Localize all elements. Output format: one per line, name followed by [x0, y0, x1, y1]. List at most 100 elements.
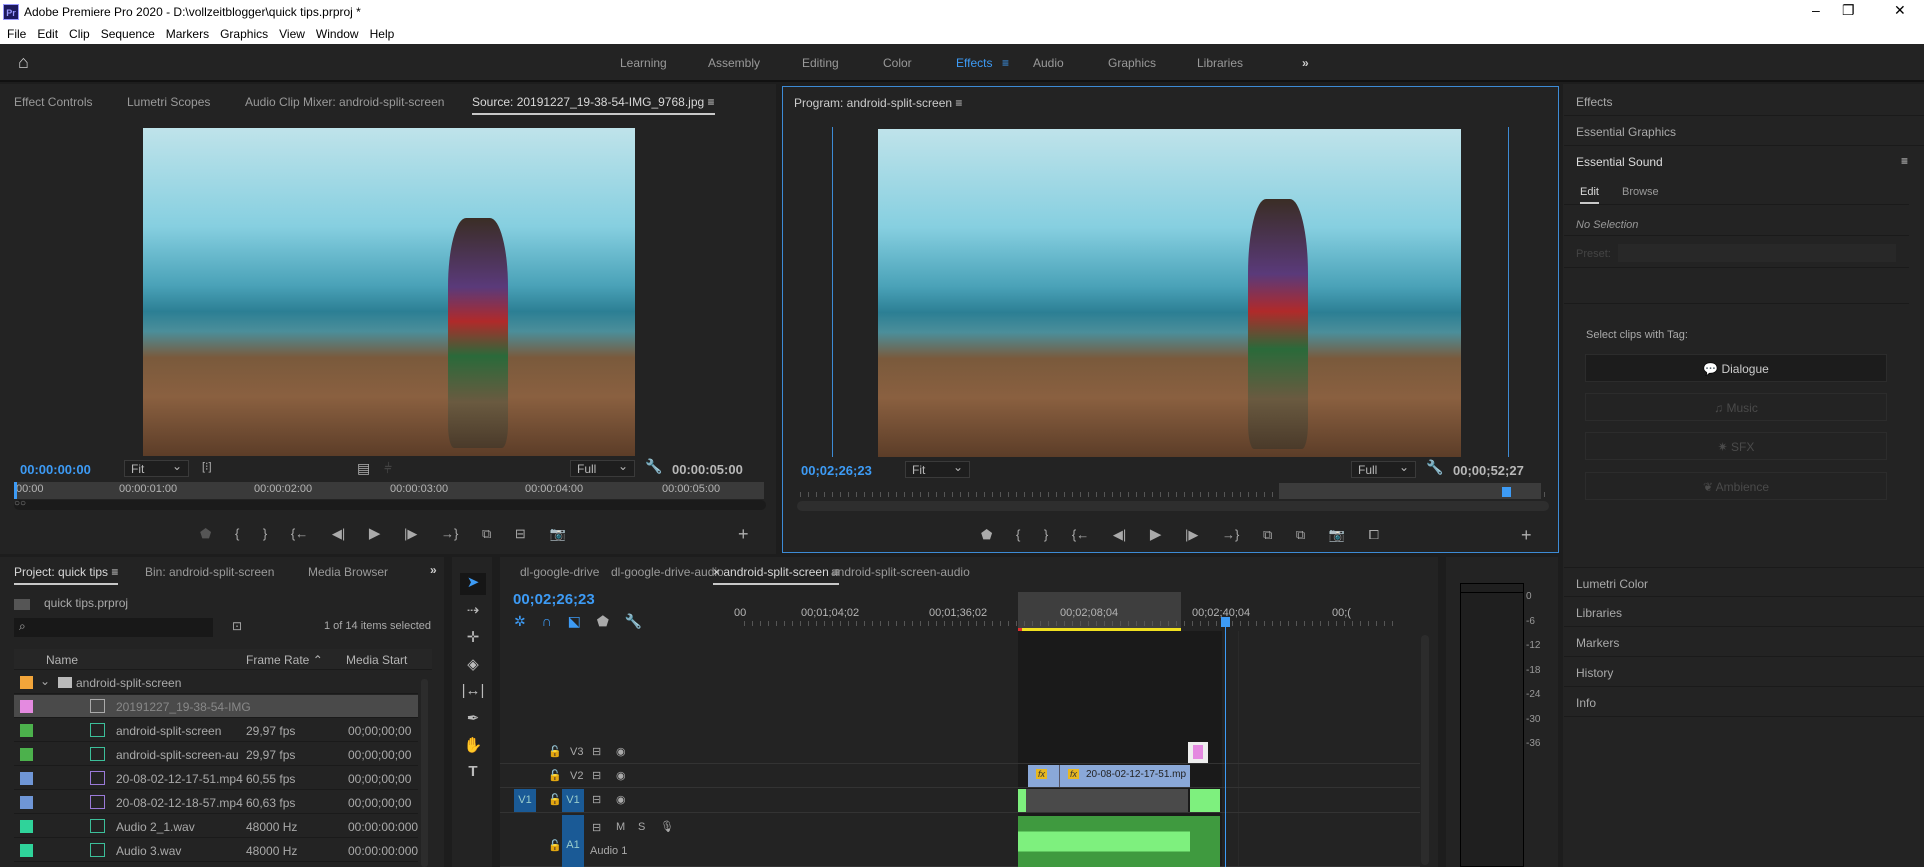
go-to-out-icon[interactable]: →}	[1222, 527, 1239, 542]
tab-android-split-screen[interactable]: × android-split-screen ≡	[713, 565, 840, 585]
menu-clip[interactable]: Clip	[69, 27, 90, 41]
tab-android-split-screen-audio[interactable]: android-split-screen-audio	[831, 565, 970, 579]
project-item[interactable]: ⌄ android-split-screen	[14, 671, 418, 694]
panel-history[interactable]: History	[1564, 657, 1924, 687]
program-zoom-scrollbar[interactable]	[797, 501, 1549, 511]
mute-button[interactable]: M	[616, 821, 625, 833]
scroll-handle[interactable]: ○○	[14, 498, 26, 509]
new-search-bin-icon[interactable]: ⊡	[232, 619, 242, 633]
program-playhead[interactable]	[1502, 487, 1511, 497]
workspace-learning[interactable]: Learning	[620, 56, 667, 70]
source-zoom-scrollbar[interactable]: ○○	[14, 498, 766, 510]
compare-icon[interactable]: ⧠	[1369, 527, 1379, 542]
tab-effect-controls[interactable]: Effect Controls	[14, 95, 92, 109]
column-name[interactable]: Name	[46, 653, 78, 667]
sync-lock-icon[interactable]: ⊟	[592, 821, 601, 834]
program-fit-select[interactable]: Fit	[905, 460, 970, 478]
image-clip[interactable]	[1188, 742, 1208, 763]
slip-tool-icon[interactable]: |↔|	[460, 682, 486, 704]
project-item[interactable]: Audio 3.wav 48000 Hz 00:00:00:0000	[14, 839, 418, 862]
linked-selection-icon[interactable]: ⬕	[568, 613, 581, 629]
dialogue-button[interactable]: 💬 Dialogue	[1585, 354, 1887, 382]
lift-icon[interactable]: ⧉	[1263, 527, 1272, 542]
pen-tool-icon[interactable]: ✒	[460, 709, 486, 731]
panel-markers[interactable]: Markers	[1564, 627, 1924, 657]
tab-source[interactable]: Source: 20191227_19-38-54-IMG_9768.jpg ≡	[472, 95, 715, 115]
ambience-button[interactable]: ❦ Ambience	[1585, 472, 1887, 500]
workspace-effects[interactable]: Effects	[956, 56, 992, 70]
add-marker-icon[interactable]: ⬟	[597, 613, 609, 629]
project-item[interactable]: 20-08-02-12-18-57.mp4 60,63 fps 00;00;00;0…	[14, 791, 418, 814]
project-scrollbar[interactable]	[421, 679, 428, 867]
select-zoom-icon[interactable]: [⁝]	[202, 460, 212, 473]
column-media-start[interactable]: Media Start	[346, 653, 407, 667]
label-color-swatch[interactable]	[20, 700, 33, 713]
restore-icon[interactable]: ❐	[1842, 2, 1855, 19]
workspace-graphics[interactable]: Graphics	[1108, 56, 1156, 70]
step-forward-icon[interactable]: |▶	[1185, 527, 1198, 542]
lock-icon[interactable]: 🔓	[548, 839, 562, 852]
panel-essential-sound[interactable]: Essential Sound ≡	[1564, 146, 1924, 176]
label-color-swatch[interactable]	[20, 796, 33, 809]
audio-clip[interactable]	[1018, 816, 1200, 867]
mark-out-icon[interactable]: }	[1044, 527, 1048, 542]
program-timecode[interactable]: 00;02;26;23	[801, 463, 872, 478]
timeline-timecode[interactable]: 00;02;26;23	[513, 591, 595, 608]
sync-lock-icon[interactable]: ⊟	[592, 793, 601, 806]
tab-media-browser[interactable]: Media Browser	[308, 565, 388, 579]
playhead-line[interactable]	[1225, 619, 1226, 867]
lock-icon[interactable]: 🔓	[548, 793, 562, 806]
label-color-swatch[interactable]	[20, 772, 33, 785]
go-to-in-icon[interactable]: {←	[291, 526, 308, 541]
mark-out-icon[interactable]: }	[263, 526, 267, 541]
minimize-icon[interactable]: –	[1812, 2, 1820, 18]
solo-button[interactable]: S	[638, 821, 645, 833]
close-icon[interactable]: ✕	[1894, 2, 1906, 19]
expand-chevron-icon[interactable]: ⌄	[40, 674, 50, 688]
source-playhead[interactable]	[14, 482, 17, 499]
panel-menu-icon[interactable]: ≡	[955, 96, 962, 110]
project-item[interactable]: android-split-screen-au 29,97 fps 00;00;00…	[14, 743, 418, 766]
workspace-audio[interactable]: Audio	[1033, 56, 1064, 70]
razor-tool-icon[interactable]: ◈	[460, 655, 486, 677]
track-select-tool-icon[interactable]: ⇢	[460, 601, 486, 623]
play-icon[interactable]: ▶	[1150, 526, 1162, 543]
panel-menu-icon[interactable]: ≡	[708, 95, 715, 109]
play-icon[interactable]: ▶	[369, 525, 381, 542]
ripple-edit-tool-icon[interactable]: ✛	[460, 628, 486, 650]
tab-audio-clip-mixer[interactable]: Audio Clip Mixer: android-split-screen	[245, 95, 444, 109]
selection-tool-icon[interactable]: ➤	[460, 573, 486, 595]
source-quality-select[interactable]: Full	[570, 459, 635, 477]
eye-icon[interactable]: ◉	[616, 769, 626, 782]
project-item[interactable]: 20191227_19-38-54-IMG	[14, 695, 418, 718]
workspace-assembly[interactable]: Assembly	[708, 56, 760, 70]
playhead-handle[interactable]	[1221, 617, 1230, 627]
mark-in-icon[interactable]: {	[1016, 527, 1020, 542]
panel-effects[interactable]: Effects	[1564, 86, 1924, 116]
panel-libraries[interactable]: Libraries	[1564, 597, 1924, 627]
tab-project[interactable]: Project: quick tips ≡	[14, 565, 119, 585]
menu-file[interactable]: File	[7, 27, 26, 41]
add-button-icon[interactable]: +	[738, 524, 749, 545]
wrench-icon[interactable]: 🔧	[1426, 459, 1443, 476]
music-button[interactable]: ♫ Music	[1585, 393, 1887, 421]
timeline-settings-icon[interactable]: 🔧	[625, 613, 642, 629]
tab-dl-google-drive-audio[interactable]: dl-google-drive-audio	[611, 565, 724, 579]
menu-edit[interactable]: Edit	[37, 27, 58, 41]
home-icon[interactable]: ⌂	[18, 52, 29, 73]
snap-magnet-icon[interactable]: ∩	[542, 613, 552, 629]
drag-video-icon[interactable]: ▤	[357, 460, 370, 477]
track-target-v1[interactable]: V1	[562, 789, 584, 812]
project-item[interactable]: Audio 2_1.wav 48000 Hz 00:00:00:0000	[14, 815, 418, 838]
extract-icon[interactable]: ⧉	[1296, 527, 1305, 542]
panel-lumetri-color[interactable]: Lumetri Color	[1564, 567, 1924, 597]
video-clip[interactable]: fx fx 20-08-02-12-17-51.mp	[1028, 765, 1190, 787]
audio-clip[interactable]	[1190, 816, 1220, 867]
timeline-ruler[interactable]: 00 00;01;04;02 00;01;36;02 00;02;08;04 0…	[734, 592, 1418, 632]
add-button-icon[interactable]: +	[1521, 525, 1532, 546]
step-forward-icon[interactable]: |▶	[404, 526, 417, 541]
v1-clip[interactable]	[1190, 789, 1220, 812]
drag-audio-icon[interactable]: ⫩	[384, 460, 392, 477]
hand-tool-icon[interactable]: ✋	[460, 736, 486, 758]
menu-graphics[interactable]: Graphics	[220, 27, 268, 41]
